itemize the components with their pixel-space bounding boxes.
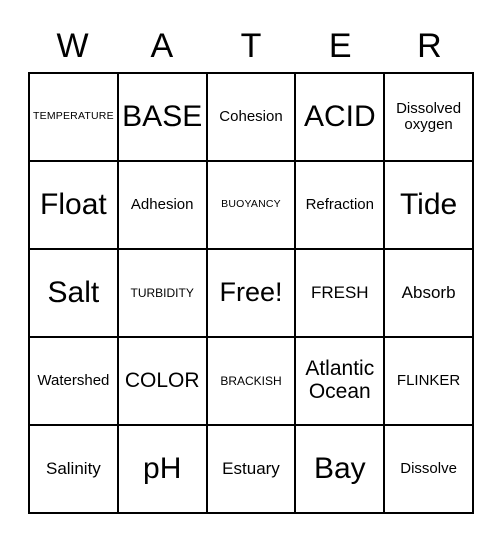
bingo-cell-label: TURBIDITY <box>130 285 194 300</box>
bingo-free-space[interactable]: Free! <box>207 250 297 338</box>
bingo-cell-r3-c0[interactable]: Watershed <box>30 338 119 426</box>
bingo-cell-label: Bay <box>313 451 366 485</box>
bingo-header-row: WATER <box>28 22 474 70</box>
bingo-cell-r0-c2[interactable]: Cohesion <box>207 74 297 162</box>
bingo-cell-label: Salt <box>47 275 100 309</box>
bingo-cell-r4-c2[interactable]: Estuary <box>207 426 297 514</box>
bingo-cell-r1-c4[interactable]: Tide <box>385 162 474 250</box>
bingo-header-letter-4: R <box>417 27 442 65</box>
bingo-cell-r0-c0[interactable]: TEMPERATURE <box>30 74 119 162</box>
bingo-cell-label: BRACKISH <box>220 373 282 388</box>
bingo-cell-label: Cohesion <box>219 107 283 125</box>
bingo-cell-label: TEMPERATURE <box>33 110 114 123</box>
bingo-cell-label: Adhesion <box>130 195 194 213</box>
bingo-cell-r4-c0[interactable]: Salinity <box>30 426 119 514</box>
bingo-cell-r2-c1[interactable]: TURBIDITY <box>118 250 208 338</box>
bingo-cell-r3-c3[interactable]: Atlantic Ocean <box>296 338 386 426</box>
bingo-header-letter-2: T <box>240 27 262 65</box>
bingo-cell-label: Estuary <box>222 458 280 478</box>
bingo-cell-label: COLOR <box>124 368 200 392</box>
bingo-cell-label: Dissolve <box>400 459 457 477</box>
bingo-cell-r3-c1[interactable]: COLOR <box>118 338 208 426</box>
bingo-cell-label: FLINKER <box>396 371 461 389</box>
bingo-grid: TEMPERATURE BASE Cohesion ACID Dissolved oxy… <box>28 72 474 514</box>
bingo-cell-label: Float <box>40 187 107 221</box>
bingo-cell-label: Absorb <box>401 282 456 302</box>
bingo-cell-r1-c3[interactable]: Refraction <box>296 162 386 250</box>
bingo-cell-label: Atlantic Ocean <box>305 357 375 403</box>
bingo-cell-r0-c1[interactable]: BASE <box>118 74 208 162</box>
bingo-cell-r4-c1[interactable]: pH <box>118 426 208 514</box>
bingo-cell-r2-c3[interactable]: FRESH <box>296 250 386 338</box>
bingo-cell-r1-c1[interactable]: Adhesion <box>118 162 208 250</box>
bingo-cell-label: Tide <box>399 187 458 221</box>
bingo-cell-r1-c0[interactable]: Float <box>30 162 119 250</box>
bingo-cell-label: Watershed <box>37 371 110 389</box>
bingo-cell-r3-c2[interactable]: BRACKISH <box>207 338 297 426</box>
bingo-cell-r0-c4[interactable]: Dissolved oxygen <box>385 74 474 162</box>
bingo-card: W A T E R TEMPERATURE BASE Cohesion ACID Dissolv… <box>0 0 501 544</box>
bingo-header-letter-0: W <box>56 27 89 65</box>
bingo-cell-label: FRESH <box>310 282 369 302</box>
bingo-cell-label: BUOYANCY <box>221 198 281 211</box>
bingo-cell-label: BASE <box>122 99 203 133</box>
bingo-cell-label: pH <box>143 451 182 485</box>
bingo-cell-r1-c2[interactable]: BUOYANCY <box>207 162 297 250</box>
bingo-cell-r2-c4[interactable]: Absorb <box>385 250 474 338</box>
bingo-header-letter-1: A <box>150 27 174 65</box>
bingo-cell-r4-c4[interactable]: Dissolve <box>385 426 474 514</box>
bingo-cell-label: Dissolved oxygen <box>396 99 462 133</box>
bingo-cell-r0-c3[interactable]: ACID <box>296 74 386 162</box>
bingo-cell-r4-c3[interactable]: Bay <box>296 426 386 514</box>
bingo-header-letter-3: E <box>328 27 352 65</box>
bingo-cell-r2-c0[interactable]: Salt <box>30 250 119 338</box>
bingo-cell-label: Refraction <box>305 195 374 213</box>
bingo-cell-label: ACID <box>303 99 376 133</box>
bingo-cell-label: Free! <box>219 277 283 308</box>
bingo-cell-label: Salinity <box>45 458 101 478</box>
bingo-cell-r3-c4[interactable]: FLINKER <box>385 338 474 426</box>
